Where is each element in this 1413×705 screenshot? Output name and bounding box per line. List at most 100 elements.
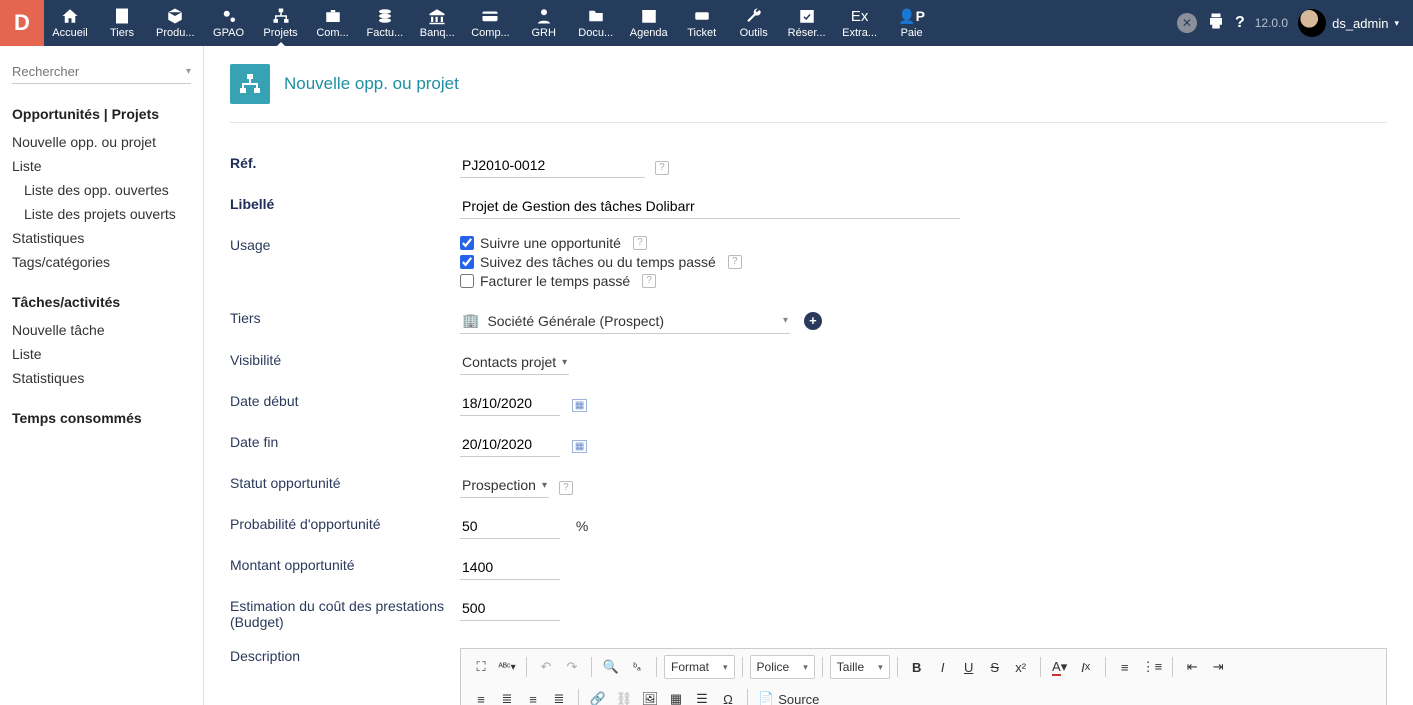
help-icon[interactable]: ?: [728, 255, 742, 269]
calendar-icon[interactable]: ▦: [572, 399, 587, 412]
help-icon[interactable]: ?: [642, 274, 656, 288]
rte-indent-icon[interactable]: ⇥: [1206, 655, 1230, 679]
rte-numbered-list-icon[interactable]: ≡: [1113, 655, 1137, 679]
rte-align-left-icon[interactable]: ≡: [469, 687, 493, 705]
date-fin-input[interactable]: [460, 432, 560, 457]
nav-ticket[interactable]: Ticket: [676, 0, 728, 46]
label-proba: Probabilité d'opportunité: [230, 506, 460, 547]
rte-bullet-list-icon[interactable]: ⋮≡: [1139, 655, 1166, 679]
rte-align-right-icon[interactable]: ≡: [521, 687, 545, 705]
usage-opportunity-checkbox[interactable]: [460, 236, 474, 250]
nav-produits[interactable]: Produ...: [148, 0, 203, 46]
chevron-down-icon[interactable]: ▾: [186, 66, 191, 77]
rte-underline-icon[interactable]: U: [957, 655, 981, 679]
sidebar-item-stats[interactable]: Statistiques: [12, 226, 191, 250]
ref-input[interactable]: [460, 153, 645, 178]
rte-special-char-icon[interactable]: Ω: [716, 687, 740, 705]
nav-paie[interactable]: 👤P Paie: [886, 0, 938, 46]
help-icon[interactable]: ?: [655, 161, 669, 175]
statut-select[interactable]: Prospection ▾: [460, 473, 549, 498]
date-debut-input[interactable]: [460, 391, 560, 416]
nav-reservation[interactable]: Réser...: [780, 0, 834, 46]
nav-label: Produ...: [156, 27, 195, 39]
nav-comptabilite[interactable]: Comp...: [463, 0, 518, 46]
nav-grh[interactable]: GRH: [518, 0, 570, 46]
label-statut: Statut opportunité: [230, 465, 460, 506]
app-logo[interactable]: D: [0, 0, 44, 46]
nav-tiers[interactable]: Tiers: [96, 0, 148, 46]
sidebar-item-list[interactable]: Liste: [12, 154, 191, 178]
cube-icon: [166, 7, 184, 25]
rte-align-center-icon[interactable]: ≣: [495, 687, 519, 705]
rte-align-justify-icon[interactable]: ≣: [547, 687, 571, 705]
budget-input[interactable]: [460, 596, 560, 621]
rte-bold-icon[interactable]: B: [905, 655, 929, 679]
add-tiers-button[interactable]: +: [804, 312, 822, 330]
nav-label: Factu...: [367, 27, 404, 39]
label-usage: Usage: [230, 227, 460, 300]
rte-link-icon[interactable]: 🔗: [586, 687, 610, 705]
visibilite-select[interactable]: Contacts projet ▾: [460, 350, 569, 375]
calendar-icon[interactable]: ▦: [572, 440, 587, 453]
rte-italic-icon[interactable]: I: [931, 655, 955, 679]
label-date-fin: Date fin: [230, 424, 460, 465]
nav-banque[interactable]: Banq...: [411, 0, 463, 46]
sidebar-item-open-opp[interactable]: Liste des opp. ouvertes: [12, 178, 191, 202]
rte-outdent-icon[interactable]: ⇤: [1180, 655, 1204, 679]
sidebar-heading-time[interactable]: Temps consommés: [12, 410, 191, 426]
nav-documents[interactable]: Docu...: [570, 0, 622, 46]
nav-label: Agenda: [630, 27, 668, 39]
print-icon[interactable]: [1207, 12, 1225, 35]
rte-find-icon[interactable]: 🔍: [599, 655, 623, 679]
rte-superscript-icon[interactable]: x²: [1009, 655, 1033, 679]
nav-agenda[interactable]: Agenda: [622, 0, 676, 46]
sidebar-item-task-list[interactable]: Liste: [12, 342, 191, 366]
sidebar-item-tags[interactable]: Tags/catégories: [12, 250, 191, 274]
nav-label: GRH: [532, 27, 556, 39]
rte-strike-icon[interactable]: S: [983, 655, 1007, 679]
sidebar-item-open-proj[interactable]: Liste des projets ouverts: [12, 202, 191, 226]
nav-facturation[interactable]: Factu...: [359, 0, 412, 46]
rte-source-button[interactable]: 📄Source: [755, 687, 822, 705]
rte-unlink-icon[interactable]: ⛓: [612, 687, 636, 705]
nav-outils[interactable]: Outils: [728, 0, 780, 46]
rte-image-icon[interactable]: 🖼: [638, 687, 662, 705]
nav-label: Paie: [901, 27, 923, 39]
rte-replace-icon[interactable]: ᵇₐ: [625, 655, 649, 679]
rte-undo-icon[interactable]: ↶: [534, 655, 558, 679]
proba-input[interactable]: [460, 514, 560, 539]
libelle-input[interactable]: [460, 194, 960, 219]
rte-textcolor-icon[interactable]: A▾: [1048, 655, 1072, 679]
user-tie-icon: [535, 7, 553, 25]
tiers-select[interactable]: 🏢 Société Générale (Prospect) ▾: [460, 308, 790, 334]
rte-redo-icon[interactable]: ↷: [560, 655, 584, 679]
rte-size-select[interactable]: Taille▾: [830, 655, 890, 679]
sidebar-item-task-stats[interactable]: Statistiques: [12, 366, 191, 390]
nav-commercial[interactable]: Com...: [307, 0, 359, 46]
nav-projets[interactable]: Projets: [255, 0, 307, 46]
sidebar-item-new-task[interactable]: Nouvelle tâche: [12, 318, 191, 342]
nav-accueil[interactable]: Accueil: [44, 0, 96, 46]
bug-icon[interactable]: ✕: [1177, 13, 1197, 33]
search-input[interactable]: [12, 64, 186, 79]
main-menu: Accueil Tiers Produ... GPAO Projets Com.…: [44, 0, 1177, 46]
nav-extra[interactable]: Ex Extra...: [834, 0, 886, 46]
montant-input[interactable]: [460, 555, 560, 580]
rte-spellcheck-icon[interactable]: ᴬᴮᶜ▾: [495, 655, 519, 679]
usage-tasks-checkbox[interactable]: [460, 255, 474, 269]
sidebar-item-new-opp[interactable]: Nouvelle opp. ou projet: [12, 130, 191, 154]
nav-gpao[interactable]: GPAO: [203, 0, 255, 46]
help-icon[interactable]: ?: [1235, 14, 1245, 32]
help-icon[interactable]: ?: [559, 481, 573, 495]
rte-remove-format-icon[interactable]: Ix: [1074, 655, 1098, 679]
search-wrapper[interactable]: ▾: [12, 64, 191, 84]
briefcase-icon: [324, 7, 342, 25]
user-menu[interactable]: ds_admin ▾: [1298, 9, 1399, 37]
help-icon[interactable]: ?: [633, 236, 647, 250]
rte-table-icon[interactable]: ▦: [664, 687, 688, 705]
rte-font-select[interactable]: Police▾: [750, 655, 815, 679]
rte-maximize-icon[interactable]: ⛶: [469, 655, 493, 679]
usage-bill-checkbox[interactable]: [460, 274, 474, 288]
rte-format-select[interactable]: Format▾: [664, 655, 735, 679]
rte-hr-icon[interactable]: ☰: [690, 687, 714, 705]
